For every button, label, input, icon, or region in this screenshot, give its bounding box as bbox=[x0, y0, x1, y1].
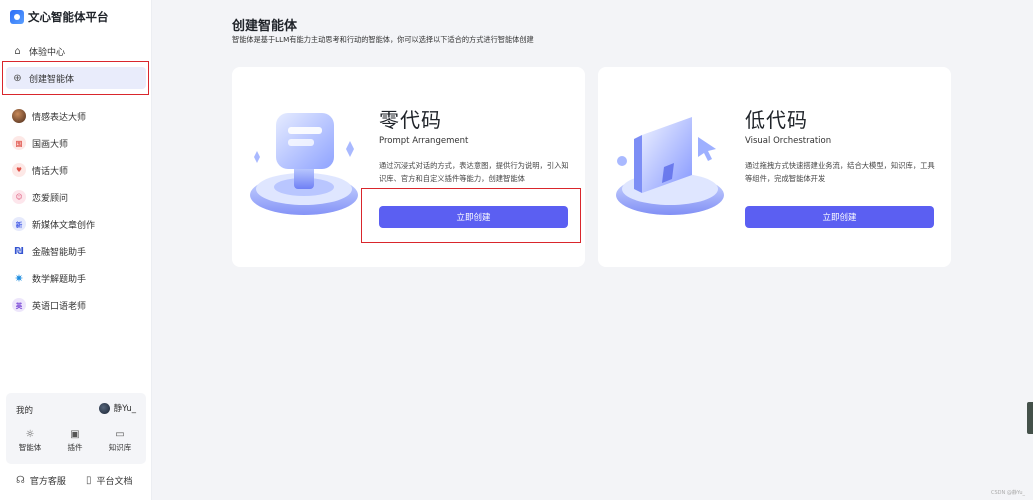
create-now-button[interactable]: 立即创建 bbox=[745, 206, 934, 228]
link-label: 平台文档 bbox=[96, 477, 133, 487]
tool-plugins[interactable]: ▣ 插件 bbox=[57, 429, 93, 453]
avatar: ☺ bbox=[12, 190, 26, 204]
user-profile[interactable]: 静Yu_ bbox=[98, 402, 136, 414]
agent-item[interactable]: 情感表达大师 bbox=[12, 107, 86, 125]
nav-item-experience-center[interactable]: ⌂ 体验中心 bbox=[6, 40, 146, 62]
agent-label: 金融智能助手 bbox=[32, 247, 87, 258]
card-subtitle: Prompt Arrangement bbox=[379, 136, 469, 146]
my-panel: 我的 静Yu_ ☼ 智能体 ▣ 插件 ▭ 知识库 bbox=[6, 393, 146, 464]
agent-label: 情感表达大师 bbox=[32, 112, 87, 123]
agent-item[interactable]: ✷ 数学解题助手 bbox=[12, 269, 86, 287]
workflow-illustration-icon bbox=[616, 117, 724, 215]
avatar: 新 bbox=[12, 217, 26, 231]
link-label: 官方客服 bbox=[29, 477, 66, 487]
agent-item[interactable]: 新 新媒体文章创作 bbox=[12, 215, 95, 233]
agent-label: 新媒体文章创作 bbox=[32, 220, 96, 231]
sparkle-icon: ☼ bbox=[25, 429, 35, 440]
document-icon: ▯ bbox=[86, 475, 92, 486]
card-subtitle: Visual Orchestration bbox=[745, 136, 832, 146]
nav-item-label: 体验中心 bbox=[29, 47, 66, 58]
highlight-box bbox=[361, 188, 581, 243]
highlight-box bbox=[2, 61, 149, 95]
chat-bubble-illustration-icon bbox=[250, 113, 358, 215]
agent-label: 国画大师 bbox=[32, 139, 69, 150]
page-subtitle: 智能体是基于LLM有能力主动思考和行动的智能体，你可以选择以下适合的方式进行智能… bbox=[232, 35, 534, 44]
logo-icon bbox=[10, 10, 24, 24]
plugin-icon: ▣ bbox=[70, 429, 80, 440]
monitor-icon: ▭ bbox=[115, 429, 125, 440]
official-support-link[interactable]: ☊ 官方客服 bbox=[16, 474, 66, 487]
avatar: ✷ bbox=[12, 271, 26, 285]
agent-item[interactable]: ♥ 情话大师 bbox=[12, 161, 68, 179]
app-title: 文心智能体平台 bbox=[28, 10, 109, 24]
agent-label: 情话大师 bbox=[32, 166, 69, 177]
tool-agents[interactable]: ☼ 智能体 bbox=[12, 429, 48, 453]
user-name: 静Yu_ bbox=[113, 404, 136, 414]
tool-knowledge-base[interactable]: ▭ 知识库 bbox=[102, 429, 138, 453]
agent-item[interactable]: ₪ 金融智能助手 bbox=[12, 242, 86, 260]
tool-label: 知识库 bbox=[108, 443, 132, 452]
platform-docs-link[interactable]: ▯ 平台文档 bbox=[86, 474, 133, 487]
avatar: ♥ bbox=[12, 163, 26, 177]
tool-label: 智能体 bbox=[18, 443, 42, 452]
agent-item[interactable]: 国 国画大师 bbox=[12, 134, 68, 152]
headset-icon: ☊ bbox=[16, 475, 25, 486]
card-description: 通过拖拽方式快速搭建业务流，结合大模型，知识库，工具等组件，完成智能体开发 bbox=[745, 161, 935, 183]
card-zero-code: 零代码 Prompt Arrangement 通过沉浸式对话的方式，表达意图，提… bbox=[232, 67, 585, 267]
avatar: ₪ bbox=[12, 244, 26, 258]
avatar: 国 bbox=[12, 136, 26, 150]
user-avatar bbox=[98, 402, 110, 414]
card-description: 通过沉浸式对话的方式，表达意图，提供行为说明，引入知识库、官方和自定义插件等能力… bbox=[379, 161, 569, 183]
agent-item[interactable]: ☺ 恋爱顾问 bbox=[12, 188, 68, 206]
avatar: 英 bbox=[12, 298, 26, 312]
app-logo[interactable]: 文心智能体平台 bbox=[10, 8, 109, 26]
sidebar: 文心智能体平台 ⌂ 体验中心 ⊕ 创建智能体 情感表达大师 国 国画大师 ♥ 情… bbox=[0, 0, 152, 500]
avatar bbox=[12, 109, 26, 123]
side-widget-tab[interactable] bbox=[1027, 402, 1033, 434]
agent-item[interactable]: 英 英语口语老师 bbox=[12, 296, 86, 314]
page-title: 创建智能体 bbox=[232, 19, 298, 34]
watermark: CSDN @静Yu_ bbox=[991, 490, 1025, 496]
card-title: 低代码 bbox=[745, 108, 808, 132]
card-low-code: 低代码 Visual Orchestration 通过拖拽方式快速搭建业务流，结… bbox=[598, 67, 951, 267]
card-title: 零代码 bbox=[379, 108, 442, 132]
compass-icon: ⌂ bbox=[14, 45, 21, 57]
tool-label: 插件 bbox=[67, 443, 83, 452]
agent-label: 英语口语老师 bbox=[32, 301, 87, 312]
agent-label: 恋爱顾问 bbox=[32, 193, 69, 204]
my-label: 我的 bbox=[16, 406, 34, 416]
agent-label: 数学解题助手 bbox=[32, 274, 87, 285]
